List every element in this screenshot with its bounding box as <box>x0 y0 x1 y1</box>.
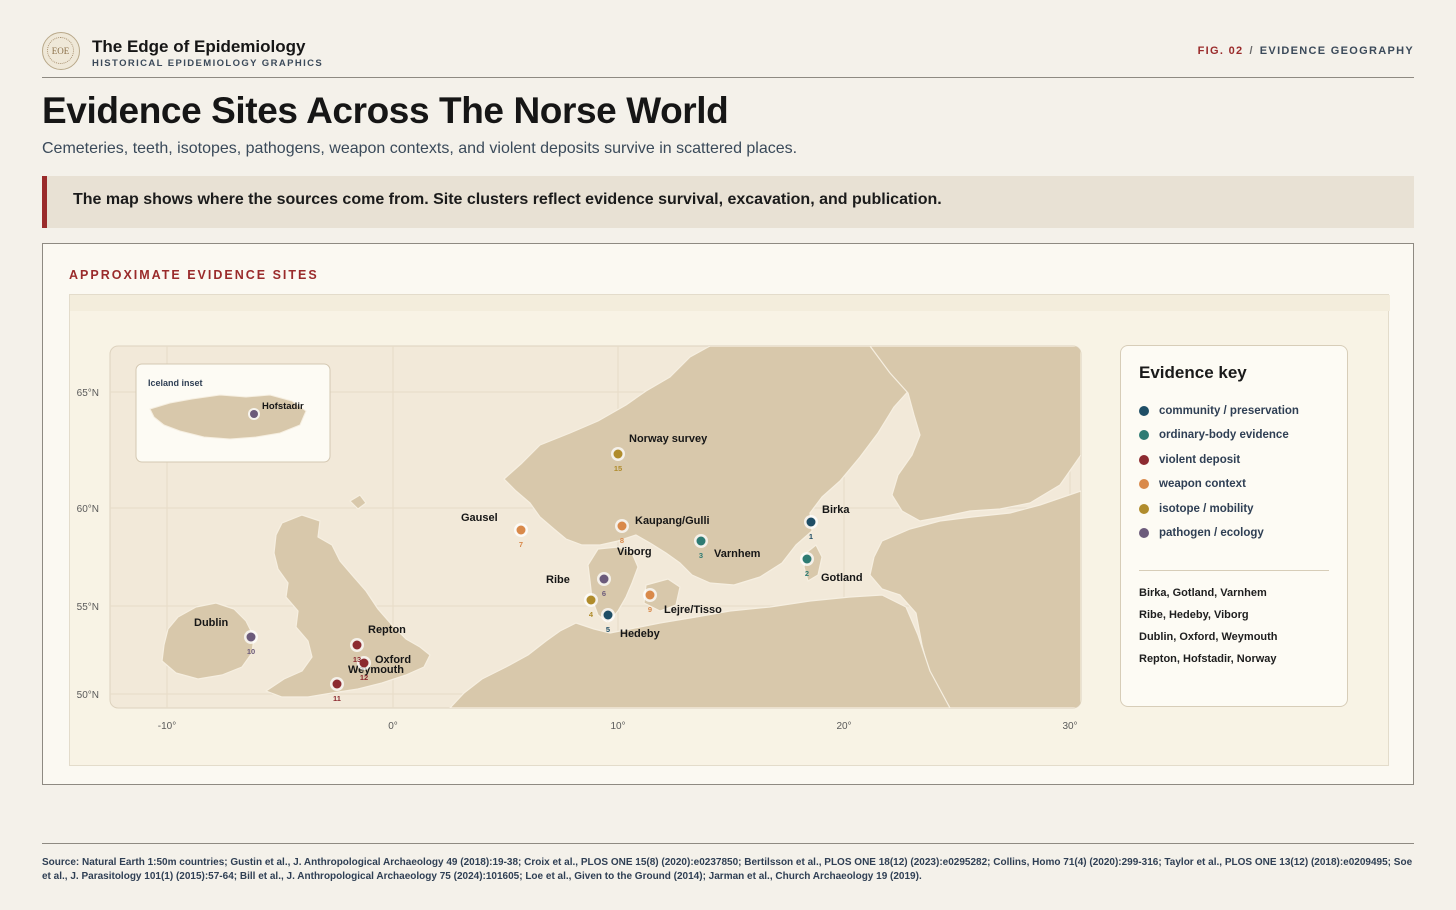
legend-title: Evidence key <box>1139 363 1247 382</box>
site-marker-dot <box>613 449 623 459</box>
site-number: 13 <box>353 655 361 664</box>
brand-logo[interactable]: EOE <box>42 32 80 70</box>
legend-swatch-community <box>1139 406 1149 416</box>
brand-logo-text: EOE <box>47 37 74 64</box>
site-label-viborg: Viborg <box>617 546 652 558</box>
site-number: 7 <box>519 540 523 549</box>
site-marker-dot <box>250 410 258 418</box>
site-marker-dot <box>603 610 613 620</box>
site-number: 2 <box>805 569 809 578</box>
lon-tick-label: 30° <box>1062 721 1077 732</box>
figure-separator: / <box>1249 45 1254 57</box>
site-label: Kaupang/Gulli <box>635 515 710 527</box>
figure-tag: FIG. 02 / EVIDENCE GEOGRAPHY <box>1198 45 1414 57</box>
site-number: 9 <box>648 605 652 614</box>
site-label: Norway survey <box>629 433 708 445</box>
legend-swatch-weapon <box>1139 479 1149 489</box>
site-number: 15 <box>614 464 622 473</box>
lon-tick-label: 10° <box>610 721 625 732</box>
site-label: Gausel <box>461 512 498 524</box>
site-marker-dot <box>332 679 342 689</box>
site-label: Lejre/Tisso <box>664 604 722 616</box>
site-label: Oxford <box>375 654 411 666</box>
legend-site-group: Ribe, Hedeby, Viborg <box>1139 609 1249 621</box>
lon-axis: -10° 0° 10° 20° 30° <box>158 721 1078 732</box>
legend-item-ordinary[interactable]: ordinary-body evidence <box>1139 427 1289 443</box>
legend-swatch-isotope <box>1139 504 1149 514</box>
site-number: 1 <box>809 532 813 541</box>
site-label: Hofstadir <box>262 401 304 412</box>
site-marker-dot <box>802 554 812 564</box>
site-marker-dot <box>599 574 609 584</box>
site-label: Birka <box>822 504 850 516</box>
panel-heading: APPROXIMATE EVIDENCE SITES <box>69 268 319 282</box>
site-number: 3 <box>699 551 703 560</box>
legend-site-group: Dublin, Oxford, Weymouth <box>1139 631 1278 643</box>
site-marker-dot <box>617 521 627 531</box>
site-label: Repton <box>368 624 406 636</box>
lat-tick-label: 65°N <box>77 388 99 399</box>
iceland-inset: Iceland inset <box>135 363 331 463</box>
lat-axis: 65°N 60°N 55°N 50°N <box>77 388 99 701</box>
site-marker-dot <box>696 536 706 546</box>
legend-swatch-ordinary <box>1139 430 1149 440</box>
site-number: 12 <box>360 673 368 682</box>
site-marker-dot <box>806 517 816 527</box>
site-marker-dot <box>352 640 362 650</box>
site-label: Hedeby <box>620 628 661 640</box>
legend-label: pathogen / ecology <box>1159 527 1264 539</box>
brand-title[interactable]: The Edge of Epidemiology <box>92 37 305 57</box>
iceland-inset-label: Iceland inset <box>148 378 203 388</box>
legend-swatch-pathogen <box>1139 528 1149 538</box>
brand-subtitle: HISTORICAL EPIDEMIOLOGY GRAPHICS <box>92 58 324 69</box>
legend-label: community / preservation <box>1159 405 1299 417</box>
site-label: Gotland <box>821 572 863 584</box>
site-label: Dublin <box>194 617 228 629</box>
site-marker-dot <box>645 590 655 600</box>
site-label: Varnhem <box>714 548 761 560</box>
site-marker-dot <box>516 525 526 535</box>
site-number: 5 <box>606 625 610 634</box>
site-number: 11 <box>333 694 341 703</box>
figure-number: FIG. 02 <box>1197 45 1244 57</box>
legend-site-group: Birka, Gotland, Varnhem <box>1139 587 1267 599</box>
legend-label: ordinary-body evidence <box>1159 429 1289 441</box>
legend-swatch-violent <box>1139 455 1149 465</box>
legend-item-pathogen[interactable]: pathogen / ecology <box>1139 525 1264 541</box>
key-message-callout: The map shows where the sources come fro… <box>42 176 1414 228</box>
site-marker-dot <box>586 595 596 605</box>
evidence-key-legend: Evidence key community / preservation or… <box>1120 345 1348 707</box>
legend-item-violent[interactable]: violent deposit <box>1139 452 1240 468</box>
page-subtitle: Cemeteries, teeth, isotopes, pathogens, … <box>42 140 798 157</box>
site-number: 10 <box>247 647 255 656</box>
figure-label: EVIDENCE GEOGRAPHY <box>1259 45 1414 57</box>
source-citation: Source: Natural Earth 1:50m countries; G… <box>42 857 1413 882</box>
site-label: Ribe <box>546 574 570 586</box>
site-marker-dot <box>246 632 256 642</box>
lon-tick-label: -10° <box>158 721 176 732</box>
legend-label: weapon context <box>1159 478 1246 490</box>
lon-tick-label: 20° <box>836 721 851 732</box>
lat-tick-label: 60°N <box>77 504 99 515</box>
legend-label: isotope / mobility <box>1159 503 1254 515</box>
site-number: 6 <box>602 589 606 598</box>
callout-text: The map shows where the sources come fro… <box>73 191 942 208</box>
site-header: EOE The Edge of Epidemiology HISTORICAL … <box>42 32 1414 78</box>
lat-tick-label: 55°N <box>77 602 99 613</box>
legend-item-community[interactable]: community / preservation <box>1139 403 1299 419</box>
source-footer: Source: Natural Earth 1:50m countries; G… <box>42 843 1414 884</box>
legend-label: violent deposit <box>1159 454 1241 466</box>
lat-tick-label: 50°N <box>77 690 99 701</box>
legend-item-isotope[interactable]: isotope / mobility <box>1139 501 1254 517</box>
legend-divider <box>1139 570 1329 571</box>
legend-item-weapon[interactable]: weapon context <box>1139 476 1246 492</box>
site-number: 8 <box>620 536 624 545</box>
legend-site-group: Repton, Hofstadir, Norway <box>1139 653 1277 665</box>
map-panel: APPROXIMATE EVIDENCE SITES Iceland inset… <box>42 243 1414 785</box>
lon-tick-label: 0° <box>388 721 398 732</box>
page-title: Evidence Sites Across The Norse World <box>42 90 729 131</box>
map-frame: Iceland inset 65°N 60°N 55°N 50°N -10° 0… <box>69 294 1390 766</box>
